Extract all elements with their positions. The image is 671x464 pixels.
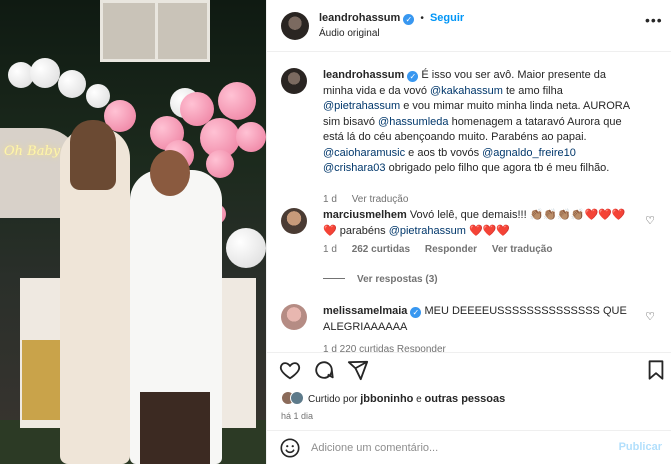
balloon: [86, 84, 110, 108]
mention-link[interactable]: @pietrahassum: [389, 225, 466, 237]
verified-badge-icon: ✓: [410, 307, 422, 318]
comment-username[interactable]: marciusmelhem: [323, 209, 407, 221]
mention-link[interactable]: @crishara03: [323, 162, 386, 174]
liked-by-suffix: e: [413, 394, 425, 405]
balloon: [58, 70, 86, 98]
comment-meta: 1 d 220 curtidas Responder: [323, 344, 446, 352]
reply-button[interactable]: Responder: [425, 244, 477, 255]
post-actions: Curtido por jbboninho e outras pessoas h…: [267, 352, 671, 442]
mention-link[interactable]: @kakahassum: [430, 85, 503, 97]
avatar[interactable]: [281, 68, 307, 94]
window-decor: [100, 0, 210, 62]
caption-segment: te amo filha: [502, 84, 563, 97]
caption-meta: 1 d Ver tradução: [323, 194, 420, 205]
view-replies-button[interactable]: Ver respostas (3): [323, 274, 438, 285]
avatar: [290, 391, 304, 405]
caption-segment: obrigado pelo filho que agora tb é meu f…: [385, 162, 610, 174]
more-options-icon[interactable]: •••: [645, 12, 663, 28]
caption-text: leandrohassum ✓ É isso vou ser avô. Maior…: [323, 68, 639, 177]
liked-by-prefix: Curtido por: [308, 394, 361, 405]
balloon: [236, 122, 266, 152]
person-woman-hair: [70, 120, 116, 190]
share-icon[interactable]: [347, 359, 369, 381]
caption: leandrohassum ✓ É isso vou ser avô. Maior…: [281, 68, 661, 208]
avatar[interactable]: [281, 12, 309, 40]
avatar[interactable]: [281, 208, 307, 234]
person-man-head: [150, 150, 190, 196]
bookmark-icon[interactable]: [645, 359, 667, 381]
liked-by: Curtido por jbboninho e outras pessoas: [281, 391, 505, 405]
caption-segment: e aos tb vovós: [405, 146, 483, 159]
neon-sign-text: Oh Baby: [4, 144, 61, 159]
verified-badge-icon: ✓: [403, 14, 415, 25]
liked-by-user[interactable]: jbboninho: [360, 393, 413, 405]
publish-button[interactable]: Publicar: [619, 441, 662, 453]
post-date[interactable]: há 1 dia: [281, 411, 313, 421]
comment-like-icon[interactable]: ♡: [645, 310, 655, 323]
post-header: leandrohassum ✓ • Seguir Áudio original •…: [267, 0, 671, 52]
comment-time: 1 d: [323, 244, 337, 255]
comment-text: marciusmelhem Vovó lelê, que demais!!! 👏…: [323, 208, 639, 239]
translate-link[interactable]: Ver tradução: [492, 244, 553, 255]
caption-time: 1 d: [323, 194, 337, 205]
emoji-icon[interactable]: [279, 437, 301, 459]
follow-button[interactable]: Seguir: [430, 12, 464, 24]
comment-icon[interactable]: [313, 359, 335, 381]
comment-username[interactable]: melissamelmaia: [323, 305, 407, 317]
comment-body: ❤️❤️❤️: [465, 224, 511, 237]
audio-label[interactable]: Áudio original: [319, 28, 380, 39]
header-username[interactable]: leandrohassum: [319, 12, 400, 24]
mention-link[interactable]: @hassumleda: [378, 116, 448, 128]
mention-link[interactable]: @caioharamusic: [323, 147, 405, 159]
comment-bar: Publicar: [267, 430, 671, 464]
translate-link[interactable]: Ver tradução: [352, 194, 409, 205]
likes-count[interactable]: 262 curtidas: [352, 244, 410, 255]
verified-badge-icon: ✓: [407, 71, 419, 82]
comment-like-icon[interactable]: ♡: [645, 214, 655, 227]
balloon: [218, 82, 256, 120]
comment: melissamelmaia ✓ MEU DEEEEUSSSSSSSSSSSSSS…: [281, 304, 661, 352]
post-photo[interactable]: Oh Baby: [0, 0, 266, 464]
heart-icon[interactable]: [279, 359, 301, 381]
comment-meta: 1 d 262 curtidas Responder Ver tradução: [323, 244, 564, 255]
liked-by-others[interactable]: outras pessoas: [425, 393, 506, 405]
mention-link[interactable]: @agnaldo_freire10: [482, 147, 576, 159]
balloon: [30, 58, 60, 88]
balloon: [206, 150, 234, 178]
comment-input[interactable]: [311, 439, 611, 457]
comment-text: melissamelmaia ✓ MEU DEEEEUSSSSSSSSSSSSSS…: [323, 304, 639, 335]
post-details-panel: leandrohassum ✓ • Seguir Áudio original •…: [266, 0, 671, 464]
mention-link[interactable]: @pietrahassum: [323, 100, 400, 112]
comments-feed[interactable]: leandrohassum ✓ É isso vou ser avô. Maior…: [267, 52, 671, 352]
separator: •: [420, 13, 424, 24]
caption-username[interactable]: leandrohassum: [323, 69, 404, 81]
avatar[interactable]: [281, 304, 307, 330]
balloon: [226, 228, 266, 268]
person-man-legs: [140, 392, 210, 464]
